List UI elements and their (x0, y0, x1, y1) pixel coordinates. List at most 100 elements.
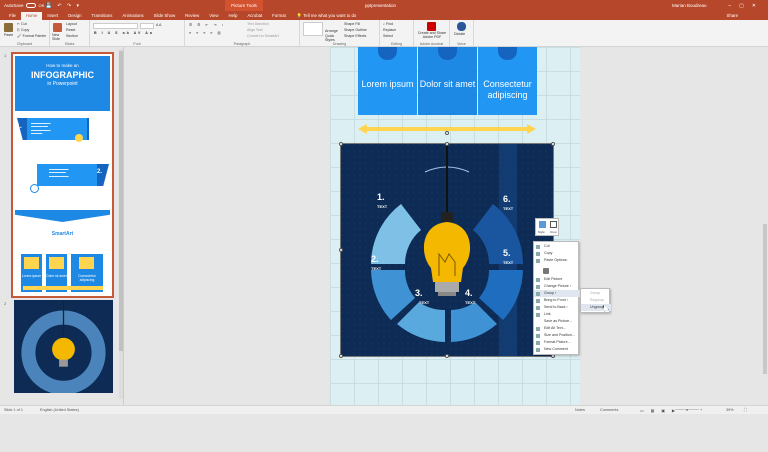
shape-fill-button[interactable]: Shape Fill (344, 22, 360, 26)
menu-edit-alt-text[interactable]: Edit Alt Text... (534, 325, 580, 332)
resize-handle-l[interactable] (339, 248, 343, 252)
font-format-buttons[interactable]: B I U S ab AV Aa (94, 31, 154, 35)
share-button[interactable]: Share (727, 12, 738, 20)
slide-thumbnails-pane[interactable]: 1 How to make an INFOGRAPHIC in Powerpoi… (0, 47, 124, 405)
tab-format[interactable]: Format (267, 12, 291, 20)
editing-label: Editing (391, 42, 402, 46)
menu-bring-to-front[interactable]: Bring to Front › (534, 297, 580, 304)
resize-handle-tl[interactable] (339, 142, 343, 146)
style-icon[interactable] (539, 221, 546, 228)
slide-number-1: 1 (4, 53, 7, 58)
tab-animations[interactable]: Animations (117, 12, 148, 20)
shapes-gallery[interactable] (303, 22, 323, 36)
submenu-group[interactable]: Group (581, 290, 611, 297)
rotate-handle[interactable] (445, 131, 449, 135)
paste-option-icon[interactable] (543, 268, 549, 274)
slide-canvas[interactable]: Lorem ipsum Dolor sit amet Consectetur a… (124, 47, 764, 405)
quick-styles-button[interactable]: Quick Styles (325, 34, 339, 42)
create-pdf-button[interactable]: Create and Share Adobe PDF (416, 31, 448, 39)
reset-button[interactable]: Reset (66, 28, 75, 32)
resize-handle-b[interactable] (445, 354, 449, 358)
new-slide-icon[interactable] (53, 23, 62, 32)
menu-link[interactable]: Link (534, 311, 580, 318)
convert-smartart-button[interactable]: Convert to SmartArt (247, 34, 279, 38)
text-direction-button[interactable]: Text Direction (247, 22, 269, 26)
main-area: 1 How to make an INFOGRAPHIC in Powerpoi… (0, 47, 768, 452)
comments-button[interactable]: Comments (600, 408, 618, 412)
dictate-button[interactable]: Dictate (454, 32, 465, 36)
tab-transitions[interactable]: Transitions (87, 12, 118, 20)
slide-thumbnail-1[interactable]: How to make an INFOGRAPHIC in Powerpoint… (11, 52, 114, 298)
autosave-toggle[interactable] (25, 3, 36, 8)
cut-button[interactable]: ✂ Cut (17, 22, 27, 26)
selected-infographic-picture[interactable]: 1. TEXT 2. TEXT 3. TEXT 4. TEXT 5. TEXT … (340, 143, 554, 357)
menu-cut[interactable]: Cut (534, 243, 580, 250)
list-buttons[interactable]: ☰ ☰ ⇤ ⇥ ↕ (189, 23, 225, 27)
format-painter-button[interactable]: 🖌 Format Painter (17, 34, 46, 38)
tab-review[interactable]: Review (180, 12, 204, 20)
scissors-icon (536, 244, 540, 249)
menu-change-picture[interactable]: Change Picture › (534, 283, 580, 290)
resize-handle-t[interactable] (445, 142, 449, 146)
paste-icon[interactable] (4, 23, 13, 32)
language-status[interactable]: English (United States) (40, 408, 79, 412)
shape-outline-button[interactable]: Shape Outline (344, 28, 367, 32)
quick-access-toolbar[interactable]: 💾 ↶ ↷ ▾ (46, 3, 81, 9)
font-name-select[interactable] (93, 23, 138, 29)
fit-slide-icon[interactable]: ⛶ (744, 408, 747, 412)
menu-size-position[interactable]: Size and Position... (534, 332, 580, 339)
submenu-ungroup[interactable]: Ungroup (581, 304, 611, 311)
tab-slide-show[interactable]: Slide Show (149, 12, 181, 20)
new-slide-button[interactable]: New Slide (52, 33, 64, 41)
notes-button[interactable]: Notes (575, 408, 585, 412)
canvas-scrollbar[interactable] (762, 94, 768, 452)
layout-button[interactable]: Layout (66, 22, 77, 26)
menu-group[interactable]: Group › (534, 290, 580, 297)
copy-button[interactable]: ⎘ Copy (17, 28, 29, 32)
tell-me-search[interactable]: 💡 Tell me what you want to do (297, 12, 357, 20)
voice-group: Dictate Voice (450, 20, 474, 47)
menu-format-picture[interactable]: Format Picture... (534, 339, 580, 346)
replace-button[interactable]: Replace (383, 28, 396, 32)
submenu-regroup[interactable]: Regroup (581, 297, 611, 304)
style-button-label[interactable]: Style (538, 230, 545, 234)
menu-new-comment[interactable]: New Comment (534, 346, 580, 353)
slide-thumbnail-2[interactable] (14, 300, 113, 393)
thumbnail-scrollbar[interactable] (119, 49, 123, 399)
shape-effects-button[interactable]: Shape Effects (344, 34, 366, 38)
zoom-slider[interactable]: – ────●──── + (672, 408, 702, 412)
menu-edit-picture[interactable]: Edit Picture (534, 276, 580, 283)
crop-icon[interactable] (550, 221, 557, 228)
tab-insert[interactable]: Insert (42, 12, 63, 20)
tab-home[interactable]: Home (20, 12, 43, 20)
menu-save-as-picture[interactable]: Save as Picture... (534, 318, 580, 325)
align-buttons[interactable]: ≡ ≡ ≡ ≡ ▥ (189, 31, 223, 35)
microphone-icon[interactable] (457, 22, 466, 31)
font-size-select[interactable] (140, 23, 154, 29)
tab-design[interactable]: Design (63, 12, 86, 20)
zoom-level[interactable]: 39% (726, 408, 734, 412)
drawing-group: Arrange Quick Styles Shape Fill Shape Ou… (300, 20, 380, 47)
resize-handle-tr[interactable] (551, 142, 555, 146)
find-button[interactable]: ⌕ Find (383, 22, 393, 26)
segment-4-label: TEXT (465, 300, 476, 305)
window-controls[interactable]: –▢✕ (728, 3, 764, 9)
tab-acrobat[interactable]: Acrobat (242, 12, 267, 20)
segment-5-number: 5. (503, 248, 511, 258)
menu-send-to-back[interactable]: Send to Back › (534, 304, 580, 311)
align-text-button[interactable]: Align Text (247, 28, 263, 32)
crop-button-label[interactable]: Crop (550, 230, 557, 234)
font-grow-shrink[interactable]: A A (156, 23, 161, 27)
user-name[interactable]: Marian Boudreau (672, 3, 707, 8)
paste-button[interactable]: Paste (4, 33, 13, 37)
tab-file[interactable]: File (4, 12, 21, 20)
section-button[interactable]: Section (66, 34, 78, 38)
menu-copy[interactable]: Copy (534, 250, 580, 257)
adobe-pdf-icon[interactable] (427, 22, 436, 31)
select-button[interactable]: Select (383, 34, 393, 38)
resize-handle-bl[interactable] (339, 354, 343, 358)
arrange-button[interactable]: Arrange (325, 29, 338, 33)
clipboard-label: Clipboard (16, 42, 33, 46)
tab-help[interactable]: Help (224, 12, 243, 20)
tab-view[interactable]: View (204, 12, 223, 20)
